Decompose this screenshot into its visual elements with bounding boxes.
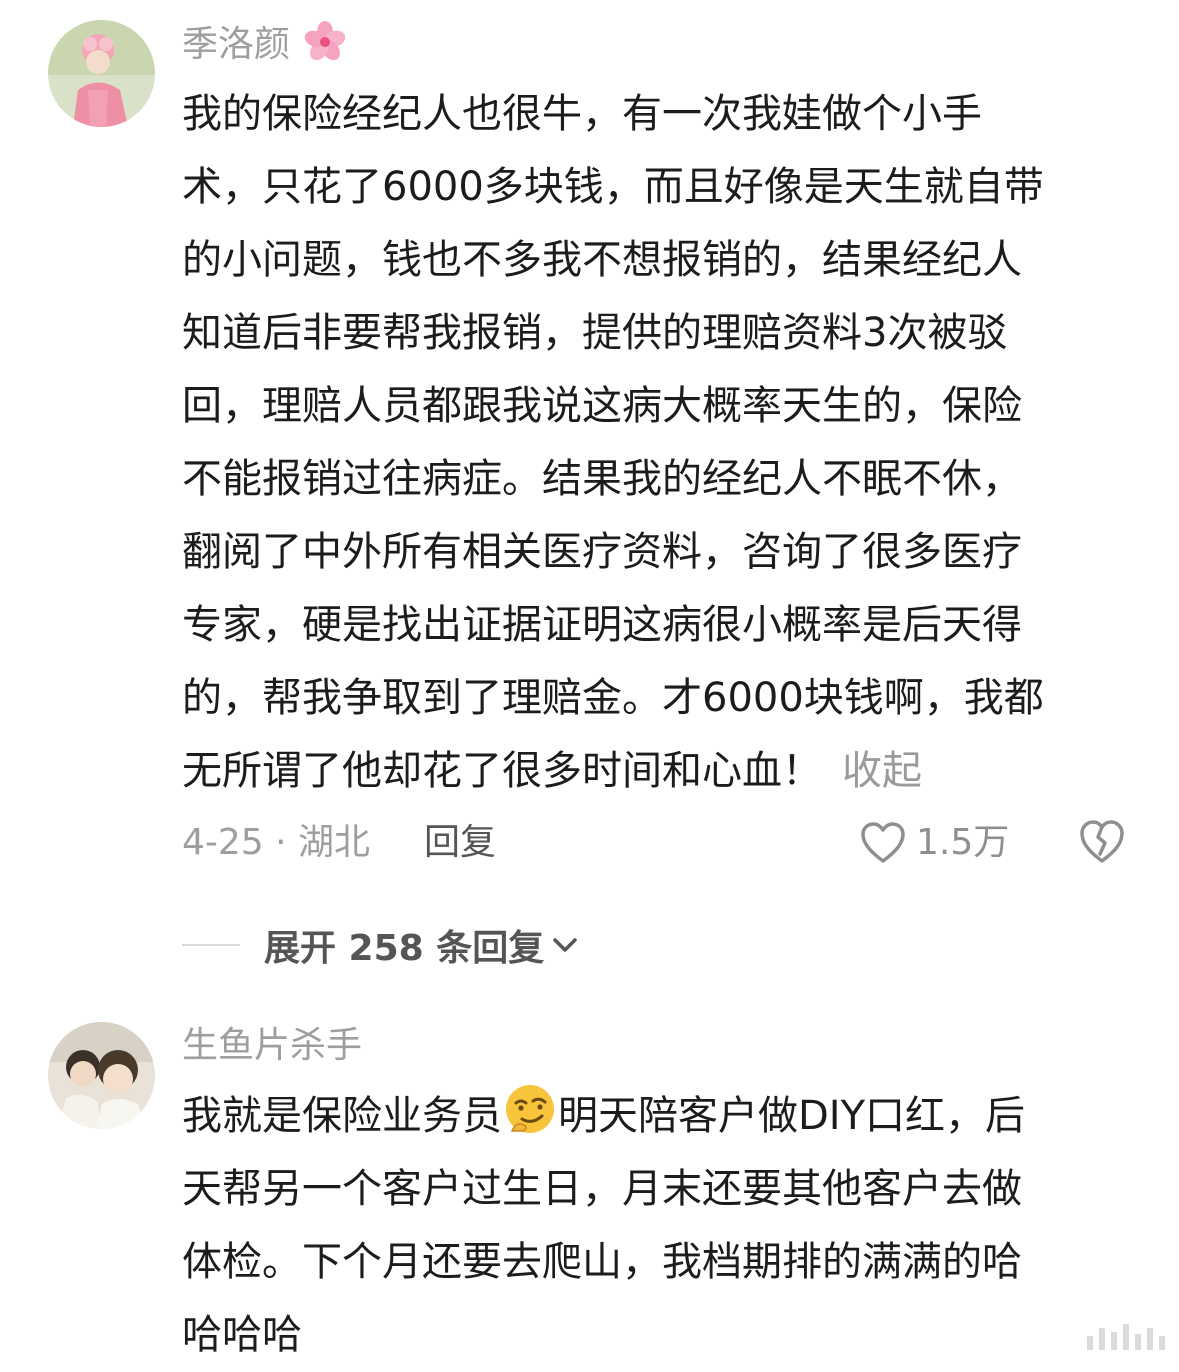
watermark-bar <box>1087 1336 1093 1350</box>
avatar-image <box>48 20 155 127</box>
watermark-bar <box>1159 1336 1165 1350</box>
comment-line: 的小问题，钱也不多我不想报销的，结果经纪人 <box>182 237 1022 283</box>
comment-line: 翻阅了中外所有相关医疗资料，咨询了很多医疗 <box>182 529 1022 575</box>
comment-line: 天帮另一个客户过生日，月末还要其他客户去做 <box>182 1166 1022 1212</box>
comment-line-text: 无所谓了他却花了很多时间和心血！ <box>182 748 822 794</box>
comment-line: 的，帮我争取到了理赔金。才6000块钱啊，我都 <box>182 675 1044 721</box>
comment-line: 专家，硬是找出证据证明这病很小概率是后天得 <box>182 602 1022 648</box>
expand-replies-label: 展开 258 条回复 <box>264 928 545 969</box>
comment-line: 哈哈哈 <box>182 1312 302 1358</box>
broken-heart-icon <box>1080 820 1124 863</box>
date-location: 4-25 · 湖北 <box>182 822 371 863</box>
dislike-button[interactable] <box>1078 818 1126 880</box>
comment-line: 体检。下个月还要去爬山，我档期排的满满的哈 <box>182 1239 1022 1285</box>
smirk-face-icon <box>506 1085 554 1133</box>
heart-icon <box>861 822 905 863</box>
comment-line-text: 明天陪客户做DIY口红，后 <box>558 1093 1026 1139</box>
comment-line: 不能报销过往病症。结果我的经纪人不眠不休， <box>182 456 1022 502</box>
comment-line: 知道后非要帮我报销，提供的理赔资料3次被驳 <box>182 310 1008 356</box>
watermark-bar <box>1123 1324 1129 1350</box>
comment-line: 回，理赔人员都跟我说这病大概率天生的，保险 <box>182 383 1022 429</box>
expand-replies-button[interactable]: 展开 258 条回复 <box>182 920 580 970</box>
username[interactable]: 季洛颜 <box>182 20 349 67</box>
comment-text: 我就是保险业务员 明天陪客户做DIY口红，后 天帮另一个客户过生日，月末还要其他… <box>182 1080 1132 1372</box>
like-button[interactable]: 1.5万 <box>860 818 1009 868</box>
comment-line: 我的保险经纪人也很牛，有一次我娃做个小手 <box>182 91 982 137</box>
username-text[interactable]: 季洛颜 <box>182 24 290 65</box>
username-text[interactable]: 生鱼片杀手 <box>182 1025 362 1066</box>
watermark-bar <box>1099 1328 1105 1350</box>
avatar[interactable] <box>48 1022 155 1129</box>
avatar[interactable] <box>48 20 155 127</box>
watermark-logo <box>1087 1324 1165 1350</box>
comment-line-last: 无所谓了他却花了很多时间和心血！ 收起 <box>182 735 1132 808</box>
watermark-bar <box>1135 1334 1141 1350</box>
comment-meta: 4-25 · 湖北 回复 1.5万 <box>182 818 1132 868</box>
collapse-link[interactable]: 收起 <box>842 748 922 794</box>
avatar-image <box>48 1022 155 1129</box>
comment-line: 术，只花了6000多块钱，而且好像是天生就自带 <box>182 164 1044 210</box>
cherry-blossom-icon <box>305 21 346 61</box>
username[interactable]: 生鱼片杀手 <box>182 1024 362 1068</box>
comment-line: 我就是保险业务员 明天陪客户做DIY口红，后 <box>182 1080 1132 1153</box>
watermark-bar <box>1147 1328 1153 1350</box>
divider-line <box>182 944 240 946</box>
comment-line-text: 我就是保险业务员 <box>182 1093 502 1139</box>
chevron-down-icon <box>553 938 577 952</box>
comment-text: 我的保险经纪人也很牛，有一次我娃做个小手 术，只花了6000多块钱，而且好像是天… <box>182 78 1132 808</box>
reply-button[interactable]: 回复 <box>424 818 496 868</box>
watermark-bar <box>1111 1332 1117 1350</box>
like-count: 1.5万 <box>916 822 1010 863</box>
